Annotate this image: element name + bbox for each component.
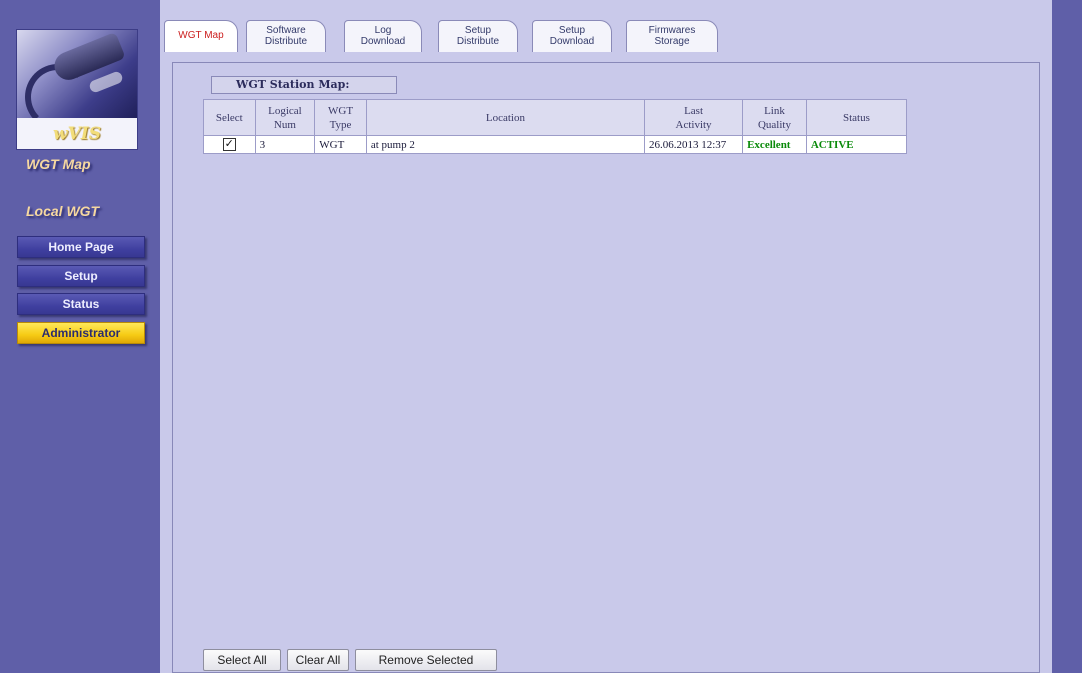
table-row[interactable]: ✓ 3 WGT at pump 2 26.06.2013 12:37 Excel…: [203, 135, 908, 154]
column-header-location: Location: [365, 99, 645, 136]
column-header-logical-num: Logical Num: [254, 99, 316, 136]
column-header-wgt-type: WGT Type: [314, 99, 367, 136]
last-activity-cell: 26.06.2013 12:37: [643, 135, 744, 154]
column-header-select: Select: [203, 99, 256, 136]
app-logo: wVIS: [16, 29, 138, 150]
column-header-last-activity: Last Activity: [643, 99, 744, 136]
tab-label: Setup Distribute: [456, 25, 500, 47]
sidebar-button-home-page[interactable]: Home Page: [17, 236, 145, 258]
fuel-nozzle-icon: [17, 30, 137, 118]
tab-label: Log Download: [360, 25, 406, 47]
sidebar-button-status[interactable]: Status: [17, 293, 145, 315]
wgt-map-panel: WGT Station Map: Select Logical Num WGT …: [172, 62, 1040, 673]
subsection-title: Local WGT: [26, 203, 100, 219]
link-quality-cell: Excellent: [742, 135, 807, 154]
main-frame: WGT Map Software Distribute Log Download…: [160, 0, 1052, 673]
select-cell: ✓: [203, 135, 256, 154]
sidebar: wVIS WGT Map Local WGT Home Page Setup S…: [0, 0, 160, 673]
wgt-type-cell: WGT: [314, 135, 367, 154]
logical-num-cell: 3: [254, 135, 316, 154]
sidebar-button-setup[interactable]: Setup: [17, 265, 145, 287]
status-cell: ACTIVE: [805, 135, 908, 154]
remove-selected-button[interactable]: Remove Selected: [355, 649, 497, 671]
tab-wgt-map[interactable]: WGT Map: [164, 20, 238, 52]
table-header-row: Select Logical Num WGT Type Location Las…: [203, 99, 908, 136]
wgt-station-map-title: WGT Station Map:: [211, 76, 397, 94]
tab-label: Firmwares Storage: [648, 25, 696, 47]
section-title: WGT Map: [26, 156, 91, 172]
location-cell: at pump 2: [365, 135, 645, 154]
tab-log-download[interactable]: Log Download: [344, 20, 422, 52]
logo-text: wVIS: [52, 124, 102, 144]
tab-software-distribute[interactable]: Software Distribute: [246, 20, 326, 52]
right-margin: [1052, 0, 1082, 673]
sidebar-button-administrator[interactable]: Administrator: [17, 322, 145, 344]
tab-label: Setup Download: [549, 25, 595, 47]
tab-setup-distribute[interactable]: Setup Distribute: [438, 20, 518, 52]
clear-all-button[interactable]: Clear All: [287, 649, 349, 671]
column-header-link-quality: Link Quality: [742, 99, 807, 136]
select-all-button[interactable]: Select All: [203, 649, 281, 671]
column-header-status: Status: [805, 99, 908, 136]
checkmark-icon: ✓: [224, 137, 234, 150]
tab-firmwares-storage[interactable]: Firmwares Storage: [626, 20, 718, 52]
select-checkbox[interactable]: ✓: [222, 137, 236, 151]
tab-setup-download[interactable]: Setup Download: [532, 20, 612, 52]
wgt-station-table: Select Logical Num WGT Type Location Las…: [203, 99, 908, 154]
tab-label: Software Distribute: [264, 25, 308, 47]
